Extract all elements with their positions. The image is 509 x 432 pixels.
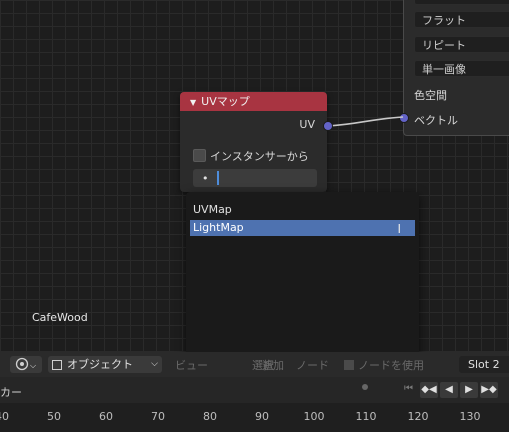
frame-tick: 110 — [355, 410, 377, 423]
frame-tick: 40 — [0, 410, 9, 423]
from-instancer-row[interactable]: インスタンサーから — [193, 148, 309, 164]
uv-map-field[interactable]: • — [193, 169, 317, 187]
dropdown-item-label: LightMap — [193, 221, 244, 234]
frame-tick: 90 — [255, 410, 269, 423]
object-mode-label: オブジェクト — [67, 358, 133, 371]
material-name-label: CafeWood — [32, 311, 88, 324]
from-instancer-label: インスタンサーから — [210, 150, 309, 163]
dropdown-item-lightmap[interactable]: LightMap Ι — [190, 220, 415, 236]
uv-field-dot-icon: • — [202, 172, 209, 185]
frame-tick: 50 — [47, 410, 61, 423]
editor-type-button[interactable]: ⌵ — [10, 356, 42, 373]
timeline-label: カー — [0, 386, 22, 399]
collapse-triangle-icon[interactable]: ▼ — [190, 98, 196, 107]
timeline-ruler[interactable]: 40 50 60 70 80 90 100 110 120 130 — [0, 403, 509, 432]
menu-add[interactable]: 追加 — [262, 357, 284, 373]
use-nodes-toggle[interactable]: ノードを使用 — [344, 357, 424, 373]
text-cursor-icon: Ι — [397, 222, 401, 236]
play-button[interactable]: ▶ — [460, 382, 478, 398]
use-nodes-checkbox[interactable] — [344, 360, 354, 370]
slot-select[interactable]: Slot 2 — [459, 356, 509, 373]
from-instancer-checkbox[interactable] — [193, 149, 206, 162]
node-editor-header: ⌵ オブジェクト ⌵ ビュー 選択 追加 ノード ノードを使用 Slot 2 — [0, 352, 509, 377]
jump-start-icon[interactable]: ⏮ — [404, 383, 413, 394]
keyframe-dot-icon — [362, 384, 368, 390]
uv-node-title: UVマップ — [201, 95, 250, 108]
use-nodes-label: ノードを使用 — [358, 359, 424, 372]
frame-tick: 130 — [459, 410, 481, 423]
dropdown-item-uvmap[interactable]: UVMap — [190, 202, 415, 218]
chevron-down-icon: ⌵ — [151, 359, 158, 369]
chevron-down-icon: ⌵ — [30, 361, 37, 370]
uv-node-header[interactable]: ▼ UVマップ — [180, 92, 327, 111]
play-reverse-button[interactable]: ◀ — [440, 382, 458, 398]
uv-output-socket[interactable] — [323, 121, 333, 131]
text-cursor — [217, 171, 219, 185]
frame-tick: 100 — [303, 410, 325, 423]
object-mode-select[interactable]: オブジェクト ⌵ — [48, 356, 162, 373]
menu-view[interactable]: ビュー — [175, 357, 208, 373]
menu-node[interactable]: ノード — [296, 357, 329, 373]
object-icon — [52, 360, 62, 370]
frame-tick: 70 — [151, 410, 165, 423]
frame-tick: 120 — [407, 410, 429, 423]
timeline-header: カー ⏮ ◆◀ ◀ ▶ ▶◆ — [0, 377, 509, 403]
frame-tick: 60 — [99, 410, 113, 423]
node-editor-icon — [15, 357, 29, 371]
frame-tick: 80 — [203, 410, 217, 423]
uv-output-label: UV — [299, 118, 315, 131]
jump-keyframe-forward-button[interactable]: ▶◆ — [480, 382, 498, 398]
jump-keyframe-back-button[interactable]: ◆◀ — [420, 382, 438, 398]
uv-map-node[interactable]: ▼ UVマップ UV インスタンサーから • — [180, 92, 327, 192]
